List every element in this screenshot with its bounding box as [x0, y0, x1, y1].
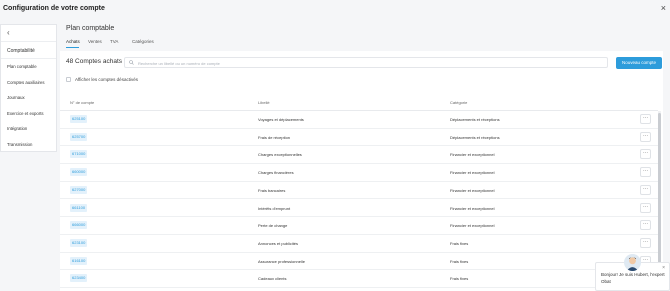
table-row[interactable]: 627000 Frais bancaires Financier et except… [60, 182, 658, 200]
assistant-avatar-icon [626, 256, 639, 271]
scrollbar-thumb[interactable] [658, 113, 661, 263]
account-category: Déplacements et réceptions [450, 134, 500, 140]
account-label: Charges exceptionnelles [258, 152, 302, 158]
account-number-badge[interactable]: 627000 [70, 185, 88, 194]
account-category: Financier et exceptionnel [450, 205, 495, 211]
sidebar-item-comptes-auxiliaires[interactable]: Comptes auxiliaires [1, 75, 56, 91]
more-options-button[interactable]: ··· [640, 220, 651, 231]
more-options-button[interactable]: ··· [640, 167, 651, 178]
account-number-badge[interactable]: 625100 [70, 115, 88, 123]
account-number-badge[interactable]: 666000 [70, 221, 88, 230]
more-options-button[interactable]: ··· [640, 114, 651, 124]
table-header: N° de compte Libellé Catégorie [60, 95, 658, 111]
account-category: Financier et exceptionnel [450, 223, 495, 229]
account-number-badge[interactable]: 623100 [70, 238, 88, 247]
table-scrollbar[interactable] [658, 111, 661, 271]
accounts-card: 48 Comptes achats Recherche un libellé o… [60, 51, 663, 291]
account-label: Assurance professionnelle [258, 258, 305, 264]
tab-categories[interactable]: Catégories [132, 39, 154, 44]
sidebar-item-journaux[interactable]: Journaux [1, 90, 56, 106]
account-label: Frais bancaires [258, 187, 286, 193]
tab-ventes[interactable]: Ventes [88, 39, 102, 44]
table-row[interactable]: 623400Cadeaux clientsFrais fixes··· [60, 270, 658, 288]
show-disabled-checkbox[interactable] [66, 77, 71, 82]
tab-tva[interactable]: TVA [110, 39, 118, 44]
more-options-button[interactable]: ··· [640, 184, 651, 195]
table-row[interactable]: 671000 Charges exceptionnelles Financier e… [60, 146, 658, 165]
account-label: Charges financières [258, 170, 294, 176]
close-icon[interactable]: × [661, 4, 666, 13]
chat-message: Bonjour! Je suis Hubert, l'expert Obat [601, 272, 665, 284]
account-label: Frais de réception [258, 134, 291, 140]
account-category: Déplacements et réceptions [450, 117, 500, 122]
column-header-category[interactable]: Catégorie [450, 100, 467, 105]
accounts-count: 48 Comptes achats [66, 58, 123, 65]
main-content: Plan comptable Achats Ventes TVA Catégor… [60, 20, 670, 291]
table-row[interactable]: 625700 Frais de réception Déplacements et … [60, 129, 658, 147]
table-row[interactable]: 625100 Voyages et déplacements Déplacement… [60, 111, 658, 129]
account-category: Frais fixes [450, 276, 469, 282]
account-number-badge[interactable]: 625700 [70, 132, 88, 141]
account-category: Frais fixes [450, 240, 469, 246]
account-label: Annonces et publicités [258, 240, 299, 246]
tab-achats[interactable]: Achats [66, 39, 80, 44]
more-options-button[interactable]: ··· [640, 237, 651, 248]
account-number-badge[interactable]: 661100 [70, 203, 88, 212]
account-number-badge[interactable]: 623400 [70, 274, 88, 283]
table-row[interactable]: 666000 Perte de change Financier et except… [60, 217, 658, 235]
sidebar-item-transmission[interactable]: Transmission [1, 137, 56, 153]
show-disabled-label: Afficher les comptes désactivés [75, 77, 138, 82]
window-title: Configuration de votre compte [3, 5, 105, 12]
account-category: Financier et exceptionnel [450, 187, 495, 193]
more-options-button[interactable]: ··· [640, 131, 651, 142]
table-row[interactable]: 623100 Annonces et publicités Frais fixes ·… [60, 235, 658, 253]
table-row[interactable]: 661100 Intérêts d'emprunt Financier et exc… [60, 200, 658, 218]
new-account-button[interactable]: Nouveau compte [616, 57, 662, 69]
table-row[interactable]: 660000 Charges financières Financier et ex… [60, 164, 658, 182]
active-tab-indicator [66, 47, 79, 48]
account-category: Financier et exceptionnel [450, 170, 495, 176]
assistant-avatar[interactable] [624, 254, 641, 271]
account-label: Intérêts d'emprunt [258, 205, 291, 211]
column-header-label[interactable]: Libellé [258, 100, 270, 105]
page-title: Plan comptable [66, 25, 115, 32]
sidebar-section-title: Comptabilité [1, 42, 56, 59]
account-category: Frais fixes [450, 258, 469, 264]
table-row[interactable]: 616100 Assurance professionnelle Frais fix… [60, 253, 658, 271]
sidebar: ‹ Comptabilité Plan comptable Comptes au… [0, 24, 57, 152]
account-number-badge[interactable]: 671000 [70, 150, 88, 159]
sidebar-item-integration[interactable]: Intégration [1, 121, 56, 137]
window-titlebar: Configuration de votre compte × [0, 0, 670, 20]
column-header-number[interactable]: N° de compte [70, 100, 94, 105]
account-category: Financier et exceptionnel [450, 152, 495, 158]
sidebar-item-plan-comptable[interactable]: Plan comptable [1, 59, 56, 75]
account-label: Perte de change [258, 223, 288, 229]
more-options-button[interactable]: ··· [640, 202, 651, 213]
search-icon [129, 60, 134, 65]
account-label: Cadeaux clients [258, 276, 287, 282]
account-number-badge[interactable]: 616100 [70, 256, 88, 265]
account-number-badge[interactable]: 660000 [70, 168, 88, 177]
account-label: Voyages et déplacements [258, 117, 304, 122]
back-button[interactable]: ‹ [1, 25, 56, 42]
sidebar-item-exercice-exports[interactable]: Exercice et exports [1, 106, 56, 122]
more-options-button[interactable]: ··· [640, 149, 651, 160]
search-placeholder: Recherche un libellé ou un numéro de com… [138, 61, 220, 66]
search-input[interactable]: Recherche un libellé ou un numéro de com… [124, 57, 608, 68]
chevron-left-icon: ‹ [7, 28, 10, 37]
